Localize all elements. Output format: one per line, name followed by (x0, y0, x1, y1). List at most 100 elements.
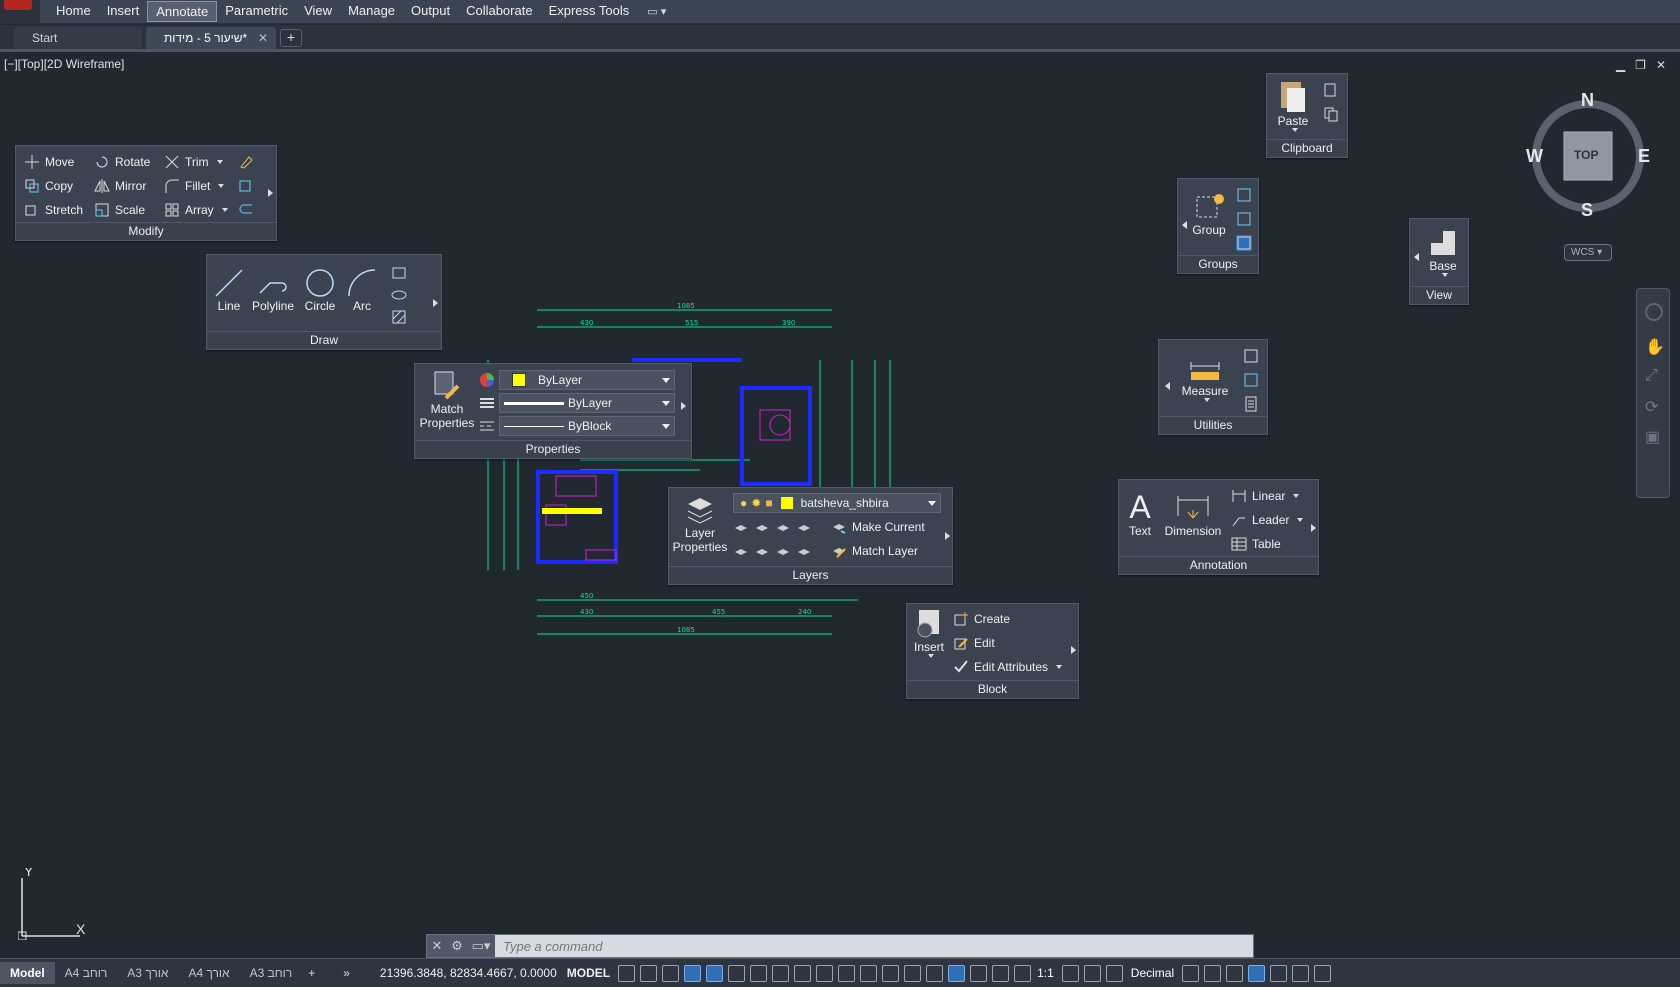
panel-expand-icon[interactable] (1311, 524, 1316, 532)
ribbon-tab-home[interactable]: Home (48, 1, 99, 22)
linear-button[interactable]: Linear (1231, 488, 1300, 504)
panel-expand-icon[interactable] (945, 532, 950, 540)
floor-plan-drawing[interactable]: 1085 430 515 390 450 430 455 240 1085 (460, 300, 900, 640)
create-block-button[interactable]: Create (953, 611, 1010, 627)
fullscreen-icon[interactable] (1292, 964, 1310, 982)
dynamic-ucs-icon[interactable] (904, 964, 922, 982)
erase-icon[interactable] (238, 154, 254, 170)
new-tab-button[interactable]: + (280, 29, 302, 47)
ortho-icon[interactable] (706, 964, 724, 982)
lineweight-dropdown[interactable]: ByLayer (499, 393, 675, 413)
compass-south[interactable]: S (1581, 200, 1593, 221)
array-button[interactable]: Array (164, 202, 228, 218)
hatch-icon[interactable] (391, 309, 407, 325)
wcs-menu[interactable]: WCS ▾ (1564, 244, 1612, 261)
compass-east[interactable]: E (1638, 146, 1650, 167)
ribbon-tab-manage[interactable]: Manage (340, 1, 403, 22)
explode-icon[interactable] (238, 178, 254, 194)
table-button[interactable]: Table (1231, 536, 1281, 552)
scale-button[interactable]: Scale (94, 202, 145, 218)
cursor-coordinates[interactable]: 21396.3848, 82834.4667, 0.0000 (380, 966, 557, 980)
zoom-extents-icon[interactable]: ⤢ (1645, 367, 1663, 385)
panel-expand-icon[interactable] (681, 402, 686, 410)
match-properties-button[interactable]: Match Properties (419, 370, 475, 430)
panel-collapse-icon[interactable] (1165, 382, 1170, 390)
dynamic-input-icon[interactable] (684, 964, 702, 982)
measure-button[interactable]: Measure (1175, 352, 1235, 402)
group-button[interactable]: Group (1190, 191, 1228, 237)
units-icon[interactable] (1105, 964, 1123, 982)
grid-icon[interactable] (618, 964, 636, 982)
paste-button[interactable]: Paste (1271, 78, 1315, 132)
annotation-scale-value[interactable]: 1:1 (1037, 966, 1054, 980)
3d-osnap-icon[interactable] (882, 964, 900, 982)
isolate-objects-icon[interactable] (1226, 964, 1244, 982)
match-layer-button[interactable]: Match Layer (831, 543, 918, 559)
isodraft-icon[interactable] (750, 964, 768, 982)
infer-constraints-icon[interactable] (662, 964, 680, 982)
panel-expand-icon[interactable] (268, 189, 273, 197)
ribbon-tab-output[interactable]: Output (403, 1, 458, 22)
compass-west[interactable]: W (1526, 146, 1543, 167)
object-snap-icon[interactable] (794, 964, 812, 982)
layout-tab[interactable]: A3 רוחב (240, 962, 303, 984)
clean-screen-icon[interactable] (1270, 964, 1288, 982)
viewport-controls[interactable]: [−][Top][2D Wireframe] (4, 57, 124, 71)
customize-menu-icon[interactable] (1314, 964, 1332, 982)
minimize-icon[interactable]: ▁ (1616, 58, 1625, 72)
line-button[interactable]: Line (213, 267, 245, 313)
select-all-icon[interactable] (1243, 372, 1259, 388)
rectangle-icon[interactable] (391, 265, 407, 281)
annotation-scale-icon[interactable] (1014, 964, 1032, 982)
app-logo[interactable] (0, 0, 40, 24)
ungroup-icon[interactable] (1236, 187, 1252, 203)
rotate-button[interactable]: Rotate (94, 154, 150, 170)
base-view-button[interactable]: Base (1422, 227, 1464, 277)
stretch-button[interactable]: Stretch (24, 202, 83, 218)
linetype-dropdown[interactable]: ByBlock (499, 416, 675, 436)
quick-select-icon[interactable] (1243, 348, 1259, 364)
snap-icon[interactable] (640, 964, 658, 982)
selection-cycling-icon[interactable] (860, 964, 878, 982)
layer-lock-icon[interactable] (796, 520, 812, 536)
ribbon-tab-annotate[interactable]: Annotate (147, 1, 218, 22)
ribbon-toggle-icon[interactable]: ▭ ▾ (647, 5, 666, 18)
text-button[interactable]: A Text (1123, 490, 1157, 538)
lineweight-toggle-icon[interactable] (816, 964, 834, 982)
mirror-button[interactable]: Mirror (94, 178, 146, 194)
selection-filter-icon[interactable] (926, 964, 944, 982)
showmotion-icon[interactable]: ▣ (1645, 427, 1663, 446)
arc-button[interactable]: Arc (347, 267, 377, 313)
command-history-icon[interactable]: ▭▾ (467, 938, 495, 954)
calculator-icon[interactable] (1243, 396, 1259, 412)
cut-icon[interactable] (1323, 82, 1339, 98)
layer-unlock-icon[interactable] (796, 544, 812, 560)
compass-north[interactable]: N (1581, 90, 1594, 111)
lock-ui-icon[interactable] (1204, 964, 1222, 982)
edit-attributes-button[interactable]: Edit Attributes (953, 659, 1063, 675)
orbit-icon[interactable]: ⟳ (1645, 397, 1663, 416)
edit-block-button[interactable]: Edit (953, 635, 995, 651)
dimension-button[interactable]: Dimension (1163, 492, 1223, 538)
insert-button[interactable]: Insert (909, 608, 949, 658)
pan-icon[interactable]: ✋ (1645, 337, 1665, 356)
model-space-toggle[interactable]: MODEL (567, 966, 610, 980)
circle-button[interactable]: Circle (301, 267, 339, 313)
viewcube-top-face[interactable]: TOP (1574, 148, 1598, 162)
layer-thaw-icon[interactable] (775, 544, 791, 560)
panel-collapse-icon[interactable] (1414, 253, 1419, 261)
quick-properties-icon[interactable] (1182, 964, 1200, 982)
units-dropdown[interactable]: Decimal (1131, 966, 1174, 980)
color-dropdown[interactable]: ByLayer (499, 370, 675, 390)
layer-on-icon[interactable] (733, 544, 749, 560)
close-icon[interactable]: ✕ (258, 31, 268, 45)
graphics-performance-icon[interactable] (1248, 964, 1266, 982)
move-button[interactable]: Move (24, 154, 74, 170)
group-edit-icon[interactable] (1236, 211, 1252, 227)
ribbon-tab-collaborate[interactable]: Collaborate (458, 1, 541, 22)
layer-isolate-icon[interactable] (754, 520, 770, 536)
layer-off-icon[interactable] (733, 520, 749, 536)
overflow-icon[interactable]: » (343, 966, 350, 980)
restore-icon[interactable]: ❐ (1635, 58, 1646, 72)
panel-expand-icon[interactable] (433, 299, 438, 307)
